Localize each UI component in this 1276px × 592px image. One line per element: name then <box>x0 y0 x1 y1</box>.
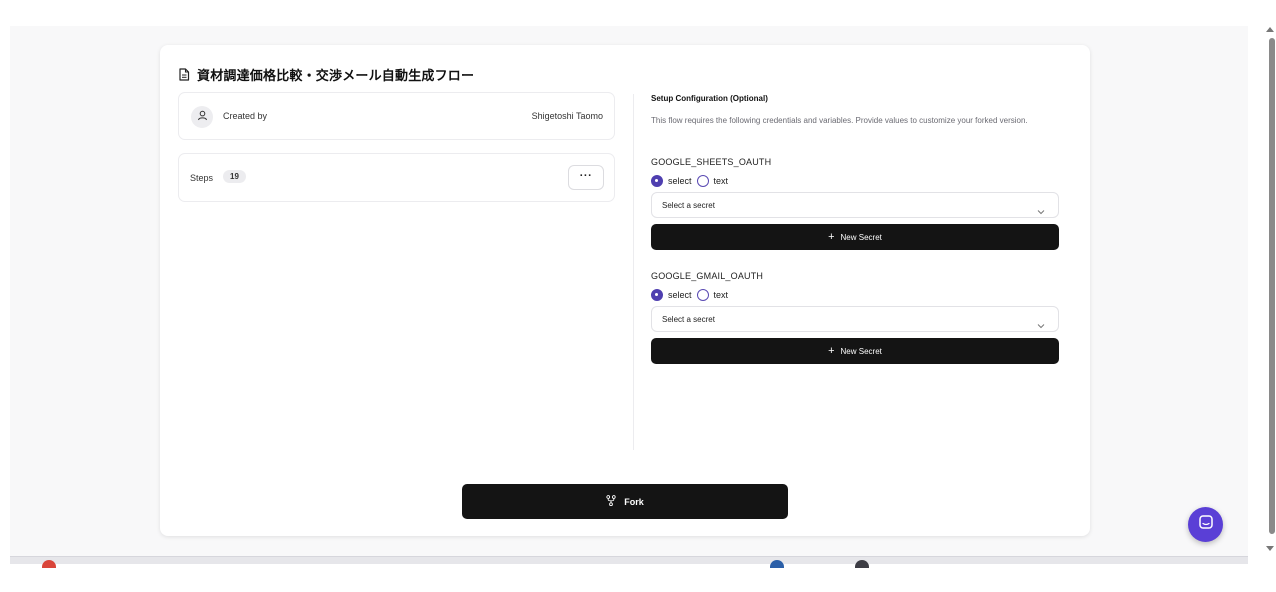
created-by-label: Created by <box>223 111 268 121</box>
chat-launcher-button[interactable] <box>1188 507 1223 542</box>
flow-title: 資材調達価格比較・交渉メール自動生成フロー <box>197 68 475 83</box>
creator-name: Shigetoshi Taomo <box>531 111 603 121</box>
creator-box: Created by Shigetoshi Taomo <box>178 92 615 140</box>
taskbar-app-icon[interactable] <box>770 560 784 568</box>
scrollbar-thumb[interactable] <box>1269 38 1275 534</box>
flow-title-row: 資材調達価格比較・交渉メール自動生成フロー <box>178 65 474 84</box>
column-divider <box>633 94 634 450</box>
chevron-down-icon <box>1037 316 1045 334</box>
chevron-down-icon <box>1037 202 1045 220</box>
user-icon <box>197 108 208 126</box>
select-radio-label[interactable]: select <box>668 290 692 300</box>
variable-block-google-gmail: GOOGLE_GMAIL_OAUTH select text Select a … <box>651 271 1059 364</box>
steps-count-badge: 19 <box>223 170 246 183</box>
scroll-up-arrow[interactable] <box>1266 27 1274 32</box>
fork-icon <box>606 493 616 511</box>
text-radio[interactable] <box>696 288 709 301</box>
steps-box: Steps 19 ··· <box>178 153 615 202</box>
variable-name: GOOGLE_GMAIL_OAUTH <box>651 271 764 281</box>
text-radio[interactable] <box>696 174 709 187</box>
document-icon <box>178 68 190 81</box>
chat-icon <box>1198 514 1214 535</box>
select-radio[interactable] <box>651 174 663 187</box>
secret-select-placeholder: Select a secret <box>662 201 715 210</box>
plus-icon: + <box>828 344 835 357</box>
new-secret-label: New Secret <box>840 232 882 242</box>
text-radio-label[interactable]: text <box>714 290 729 300</box>
more-options-button[interactable]: ··· <box>568 165 604 190</box>
secret-select[interactable]: Select a secret <box>651 306 1059 332</box>
setup-description: This flow requires the following credent… <box>651 116 1028 125</box>
new-secret-label: New Secret <box>840 346 882 356</box>
new-secret-button[interactable]: + New Secret <box>651 338 1059 364</box>
fork-label: Fork <box>624 496 644 507</box>
select-radio-label[interactable]: select <box>668 176 692 186</box>
variable-name: GOOGLE_SHEETS_OAUTH <box>651 157 772 167</box>
secret-select[interactable]: Select a secret <box>651 192 1059 218</box>
secret-select-placeholder: Select a secret <box>662 315 715 324</box>
input-mode-radio-group: select text <box>651 174 1059 187</box>
avatar <box>191 106 213 128</box>
new-secret-button[interactable]: + New Secret <box>651 224 1059 250</box>
taskbar-app-icon[interactable] <box>855 560 869 568</box>
fork-flow-card: 資材調達価格比較・交渉メール自動生成フロー Created by Shigeto… <box>160 45 1090 536</box>
plus-icon: + <box>828 230 835 243</box>
text-radio-label[interactable]: text <box>714 176 729 186</box>
variable-block-google-sheets: GOOGLE_SHEETS_OAUTH select text Select a… <box>651 157 1059 250</box>
fork-button[interactable]: Fork <box>462 484 788 519</box>
setup-title: Setup Configuration (Optional) <box>651 94 768 103</box>
select-radio[interactable] <box>651 288 663 301</box>
steps-label: Steps <box>190 173 214 183</box>
taskbar-strip <box>10 556 1248 568</box>
input-mode-radio-group: select text <box>651 288 1059 301</box>
setup-configuration: Setup Configuration (Optional) This flow… <box>651 94 1059 364</box>
scroll-down-arrow[interactable] <box>1266 546 1274 551</box>
taskbar-app-icon[interactable] <box>42 560 56 568</box>
